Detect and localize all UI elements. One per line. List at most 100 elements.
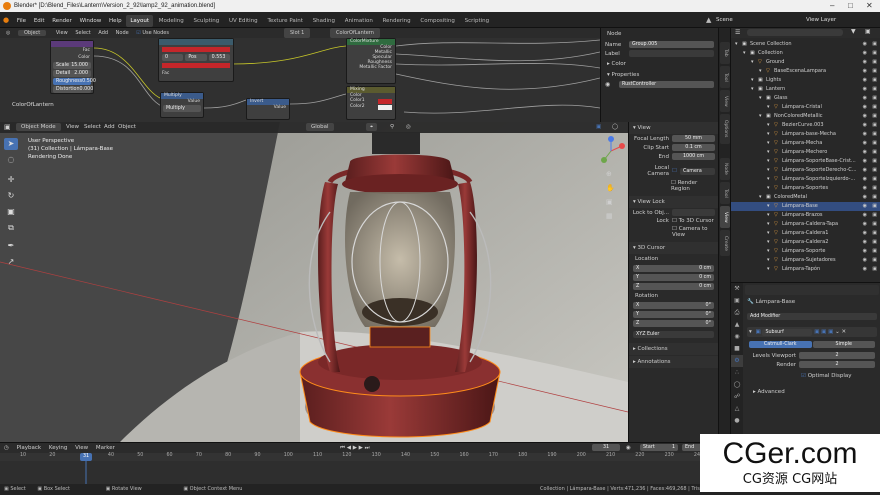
outliner-row[interactable]: ▾ ▽ BaseEscenaLampara ◉ ▣ xyxy=(731,67,880,76)
overlay-toggle-icon[interactable]: ◯ xyxy=(612,123,618,131)
current-frame-field[interactable]: 31 xyxy=(592,444,620,451)
physics-tab-icon[interactable]: ◯ xyxy=(731,379,743,391)
tab-node-options[interactable]: Options xyxy=(720,114,730,144)
expand-arrow-icon[interactable]: ▾ xyxy=(735,40,738,49)
perspective-toggle-icon[interactable]: ▦ xyxy=(606,212,613,220)
render-camera-icon[interactable]: ▣ xyxy=(872,94,877,103)
detail-value[interactable]: 2.000 xyxy=(74,70,88,77)
render-camera-icon[interactable]: ▣ xyxy=(872,85,877,94)
snap-icon[interactable]: ⚲ xyxy=(390,123,394,131)
render-camera-icon[interactable]: ▣ xyxy=(872,220,877,229)
viewport-gizmo-toggle-icon[interactable]: ▣ xyxy=(596,123,601,131)
render-camera-icon[interactable]: ▣ xyxy=(872,157,877,166)
outliner-row[interactable]: ▾ ▽ Lámpara-Caldera-Tapa ◉ ▣ xyxy=(731,220,880,229)
menu-view[interactable]: View xyxy=(75,445,88,451)
jump-start-icon[interactable]: ⏮ xyxy=(340,445,345,451)
visibility-eye-icon[interactable]: ◉ xyxy=(863,49,867,58)
constraints-tab-icon[interactable]: ☍ xyxy=(731,391,743,403)
outliner-row[interactable]: ▾ ▽ Lámpara-Mecha ◉ ▣ xyxy=(731,139,880,148)
render-camera-icon[interactable]: ▣ xyxy=(872,202,877,211)
visibility-eye-icon[interactable]: ◉ xyxy=(863,211,867,220)
principled-node[interactable]: ColorMixture Color Metallic Specular Rou… xyxy=(346,38,396,84)
maximize-button[interactable]: □ xyxy=(848,0,853,12)
outliner-item-label[interactable]: Lámpara-Tapón xyxy=(782,265,820,274)
mode-select[interactable]: Object Mode xyxy=(16,123,61,131)
expand-arrow-icon[interactable]: ▾ xyxy=(767,184,770,193)
3d-viewport[interactable]: ▣ Object Mode View Select Add Object Glo… xyxy=(0,122,628,442)
outliner-row[interactable]: ▾ ▽ Lámpara-Caldera1 ◉ ▣ xyxy=(731,229,880,238)
expand-arrow-icon[interactable]: ▾ xyxy=(767,202,770,211)
visibility-eye-icon[interactable]: ◉ xyxy=(863,148,867,157)
expand-arrow-icon[interactable]: ▾ xyxy=(767,220,770,229)
properties-panel[interactable]: ▾ Properties xyxy=(601,70,718,80)
camera-field[interactable]: Camera xyxy=(680,167,715,175)
outliner-row[interactable]: ▾ ▽ Lámpara-SoporteIzquierdo-... ◉ ▣ xyxy=(731,175,880,184)
display-mode-icon[interactable]: ☰ xyxy=(735,29,740,36)
visibility-eye-icon[interactable]: ◉ xyxy=(863,229,867,238)
render-camera-icon[interactable]: ▣ xyxy=(872,148,877,157)
levels-viewport-field[interactable]: 2 xyxy=(799,352,875,359)
outliner-item-label[interactable]: Lámpara-Soporte xyxy=(782,247,825,256)
outliner-item-label[interactable]: Lámpara-Sujetadores xyxy=(782,256,836,265)
visibility-eye-icon[interactable]: ◉ xyxy=(863,202,867,211)
color1-swatch[interactable] xyxy=(378,99,392,104)
visibility-eye-icon[interactable]: ◉ xyxy=(863,247,867,256)
expand-arrow-icon[interactable]: ▾ xyxy=(767,211,770,220)
annotate-tool-icon[interactable]: ✒ xyxy=(4,240,18,252)
clip-end-field[interactable]: 1000 cm xyxy=(672,153,715,160)
viewport-toggle-icon[interactable]: ▣ xyxy=(821,329,826,335)
outliner-item-label[interactable]: Lámpara-Caldera-Tapa xyxy=(782,220,838,229)
expand-arrow-icon[interactable]: ▾ xyxy=(767,175,770,184)
outliner-item-label[interactable]: Lámpara-base-Mecha xyxy=(782,130,836,139)
expand-arrow-icon[interactable]: ▾ xyxy=(767,265,770,274)
expand-arrow-icon[interactable]: ▾ xyxy=(759,67,762,76)
render-levels-field[interactable]: 2 xyxy=(799,361,875,368)
scene-icon[interactable]: ▲ xyxy=(706,14,714,26)
cursor-loc-y[interactable]: 0 cm xyxy=(699,274,711,281)
outliner-item-label[interactable]: Lámpara-Caldera2 xyxy=(782,238,828,247)
expand-arrow-icon[interactable]: ▾ xyxy=(743,49,746,58)
render-camera-icon[interactable]: ▣ xyxy=(872,211,877,220)
ramp-pos-value[interactable]: 0.553 xyxy=(208,54,230,61)
outliner-row[interactable]: ▾ ▽ Lámpara-Mechero ◉ ▣ xyxy=(731,148,880,157)
invert-node[interactable]: Invert Value xyxy=(246,98,290,120)
outliner-row[interactable]: ▾ ▣ Lantern ◉ ▣ xyxy=(731,85,880,94)
outliner-item-label[interactable]: Lámpara-Base xyxy=(782,202,818,211)
node-name-field[interactable]: Group.005 xyxy=(629,41,714,48)
advanced-panel[interactable]: ▸ Advanced xyxy=(753,389,785,395)
visibility-eye-icon[interactable]: ◉ xyxy=(863,184,867,193)
render-camera-icon[interactable]: ▣ xyxy=(872,229,877,238)
render-tab-icon[interactable]: ▣ xyxy=(731,295,743,307)
outliner-item-label[interactable]: Ground xyxy=(766,58,784,67)
menu-edit[interactable]: Edit xyxy=(31,13,48,29)
rotation-mode-select[interactable]: XYZ Euler xyxy=(633,331,714,338)
outliner-item-label[interactable]: ColoredMetal xyxy=(774,193,807,202)
render-camera-icon[interactable]: ▣ xyxy=(872,76,877,85)
expand-arrow-icon[interactable]: ▾ xyxy=(767,247,770,256)
data-tab-icon[interactable]: △ xyxy=(731,403,743,415)
expand-arrow-icon[interactable]: ▾ xyxy=(767,238,770,247)
render-toggle-icon[interactable]: ▣ xyxy=(828,329,833,335)
mix-rgb-node[interactable]: Mixing Color Color1 Color2 xyxy=(346,86,396,120)
measure-tool-icon[interactable]: ↗ xyxy=(4,256,18,268)
visibility-eye-icon[interactable]: ◉ xyxy=(863,112,867,121)
outliner-row[interactable]: ▾ ▽ Lámpara-Soportes ◉ ▣ xyxy=(731,184,880,193)
lock-object-field[interactable] xyxy=(672,209,715,216)
render-camera-icon[interactable]: ▣ xyxy=(872,265,877,274)
outliner-row[interactable]: ▾ ▽ Lámpara-Soporte ◉ ▣ xyxy=(731,247,880,256)
expand-arrow-icon[interactable]: ▾ xyxy=(767,256,770,265)
render-camera-icon[interactable]: ▣ xyxy=(872,121,877,130)
outliner-item-label[interactable]: Lámpara-Mecha xyxy=(782,139,822,148)
expand-arrow-icon[interactable]: ▾ xyxy=(751,58,754,67)
move-tool-icon[interactable]: ✛ xyxy=(4,174,18,186)
expand-arrow-icon[interactable]: ▾ xyxy=(767,229,770,238)
visibility-eye-icon[interactable]: ◉ xyxy=(863,139,867,148)
menu-render[interactable]: Render xyxy=(49,13,75,29)
expand-arrow-icon[interactable]: ▾ xyxy=(767,139,770,148)
next-keyframe-icon[interactable]: ▶ xyxy=(359,445,363,451)
render-camera-icon[interactable]: ▣ xyxy=(872,139,877,148)
scene-name[interactable]: Scene xyxy=(716,14,733,26)
expand-arrow-icon[interactable]: ▾ xyxy=(751,85,754,94)
cursor-loc-x[interactable]: 0 cm xyxy=(699,265,711,272)
menu-view[interactable]: View xyxy=(66,123,79,131)
